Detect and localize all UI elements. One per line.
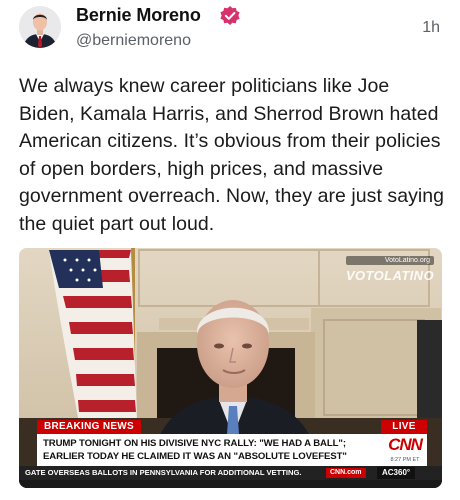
author-handle[interactable]: @berniemoreno	[76, 32, 191, 50]
video-bottom-bar	[19, 480, 442, 488]
news-ticker: GATE OVERSEAS BALLOTS IN PENNSYLVANIA FO…	[19, 466, 442, 480]
cnn-logo: CNN	[388, 435, 423, 454]
post-timestamp[interactable]: 1h	[422, 19, 440, 37]
author-name[interactable]: Bernie Moreno	[76, 5, 201, 26]
ticker-site-badge: CNN.com	[326, 468, 366, 478]
votolatino-watermark: VotoLatino.org VOTOLATINO	[345, 256, 434, 285]
breaking-news-label: BREAKING NEWS	[37, 420, 142, 434]
headline-line-1: TRUMP TONIGHT ON HIS DIVISIVE NYC RALLY:…	[43, 438, 346, 449]
avatar-image	[19, 6, 61, 48]
post-text: We always knew career politicians like J…	[19, 75, 445, 235]
broadcast-time: 8:27 PM ET	[390, 457, 420, 463]
watermark-logo: VOTOLATINO	[345, 268, 434, 283]
network-logo-box: CNN 8:27 PM ET	[383, 434, 427, 466]
video-thumbnail[interactable]: VotoLatino.org VOTOLATINO BREAKING NEWS …	[19, 248, 442, 488]
post-card: Bernie Moreno @berniemoreno 1h We always…	[0, 0, 460, 500]
live-badge: LIVE	[381, 420, 427, 434]
headline-line-2: EARLIER TODAY HE CLAIMED IT WAS AN "ABSO…	[43, 451, 347, 462]
ticker-text: GATE OVERSEAS BALLOTS IN PENNSYLVANIA FO…	[25, 468, 302, 477]
verified-badge-icon	[220, 6, 240, 25]
ticker-show-badge: AC360°	[377, 467, 416, 479]
watermark-url: VotoLatino.org	[345, 256, 434, 265]
news-headline: TRUMP TONIGHT ON HIS DIVISIVE NYC RALLY:…	[37, 434, 383, 466]
avatar[interactable]	[19, 6, 61, 48]
